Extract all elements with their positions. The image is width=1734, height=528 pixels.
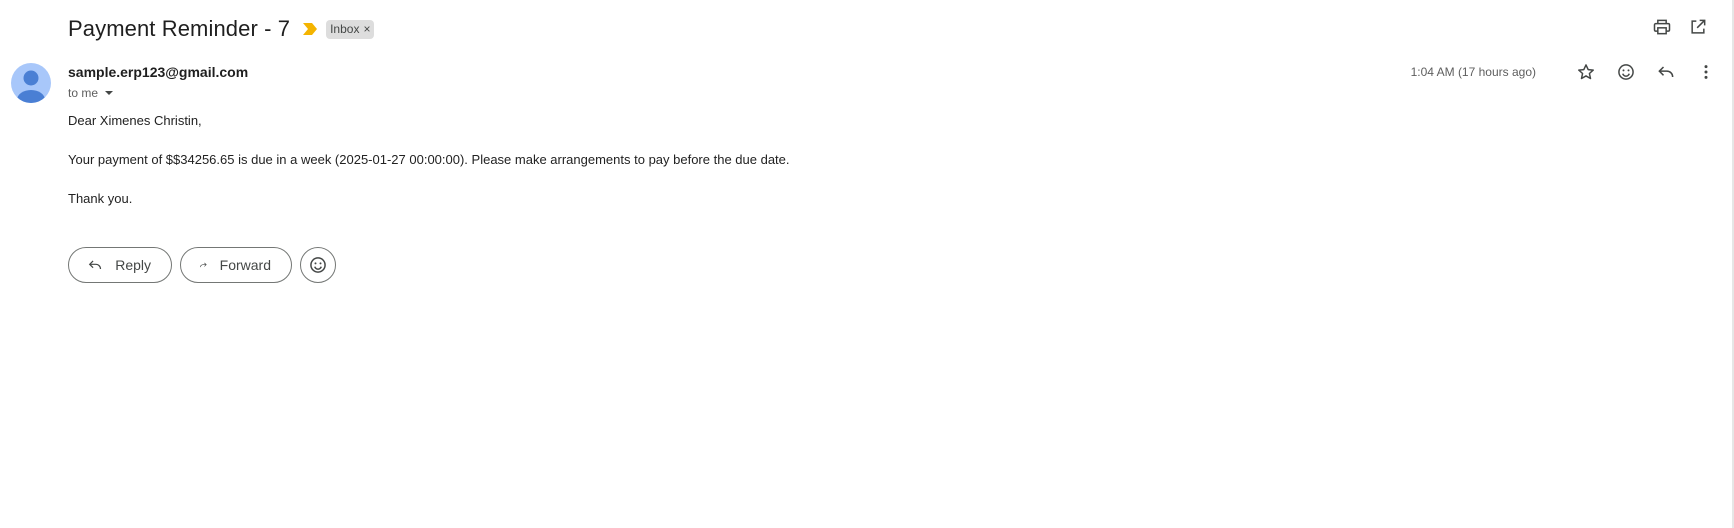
emoji-icon[interactable]: [1616, 62, 1636, 82]
reply-arrow-icon: [88, 260, 102, 270]
remove-label-icon[interactable]: ×: [363, 22, 370, 36]
print-icon[interactable]: [1652, 17, 1672, 37]
subject-row: Payment Reminder - 7 Inbox ×: [68, 14, 375, 44]
email-paragraph: Your payment of $$34256.65 is due in a w…: [68, 152, 790, 167]
email-greeting: Dear Ximenes Christin,: [68, 113, 202, 128]
reply-button-label: Reply: [115, 257, 151, 273]
message-timestamp: 1:04 AM (17 hours ago): [1410, 65, 1536, 79]
sender-avatar[interactable]: [11, 63, 51, 103]
message-meta: 1:04 AM (17 hours ago): [1411, 62, 1716, 82]
email-subject: Payment Reminder - 7: [68, 16, 291, 41]
inbox-label-chip: Inbox ×: [326, 19, 375, 39]
label-chip-text: Inbox: [330, 21, 360, 36]
thread-toolbar: [1652, 17, 1708, 37]
importance-marker-icon[interactable]: [302, 22, 318, 36]
reply-icon[interactable]: [1656, 62, 1676, 82]
sender-email[interactable]: sample.erp123@gmail.com: [68, 64, 248, 80]
recipient-text: to me: [68, 86, 99, 100]
message-actions: Reply Forward: [68, 247, 336, 283]
add-reaction-button[interactable]: [300, 247, 336, 283]
email-view: Payment Reminder - 7 Inbox × sample.erp1…: [0, 0, 1734, 528]
forward-button[interactable]: Forward: [180, 247, 292, 283]
star-icon[interactable]: [1576, 62, 1596, 82]
more-vert-icon[interactable]: [1696, 62, 1716, 82]
forward-arrow-icon: [200, 262, 207, 268]
forward-button-label: Forward: [219, 257, 271, 273]
email-closing: Thank you.: [68, 191, 133, 206]
emoji-icon: [310, 257, 326, 273]
recipient-details-dropdown-icon[interactable]: [102, 86, 116, 100]
open-in-new-window-icon[interactable]: [1688, 17, 1708, 37]
reply-button[interactable]: Reply: [68, 247, 172, 283]
recipient-line: to me: [68, 86, 116, 100]
